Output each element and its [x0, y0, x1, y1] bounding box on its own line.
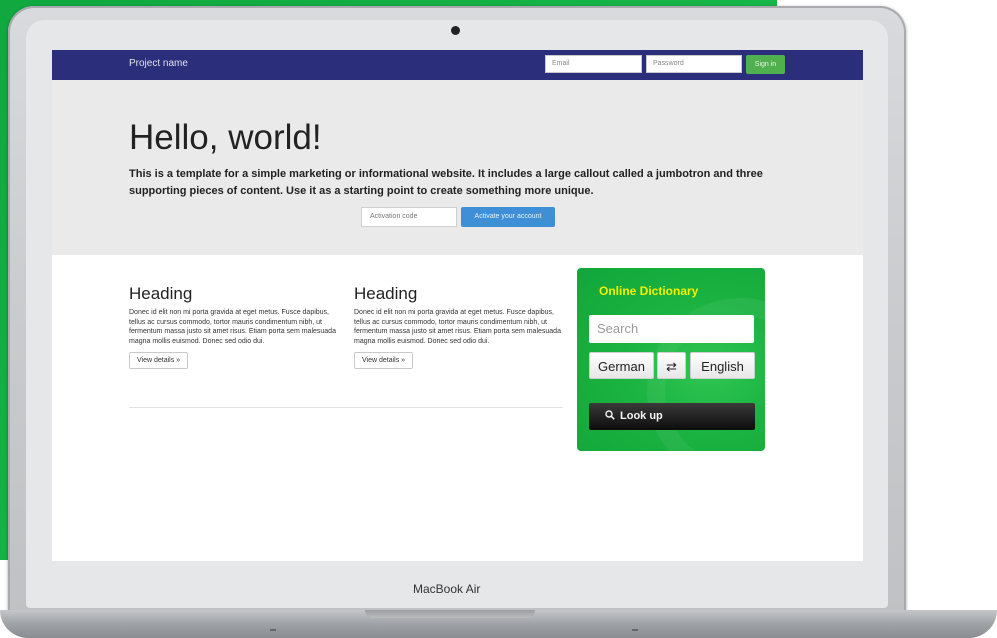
lookup-button[interactable]: Look up — [589, 403, 755, 430]
divider — [129, 407, 563, 408]
column-heading: Heading — [129, 284, 193, 303]
camera-icon — [451, 26, 460, 35]
content-column-1: Heading Donec id elit non mi porta gravi… — [129, 284, 341, 369]
signin-button[interactable]: Sign in — [746, 55, 785, 74]
view-details-button[interactable]: View details » — [354, 352, 414, 369]
column-text: Donec id elit non mi porta gravida at eg… — [354, 309, 561, 345]
swap-languages-icon[interactable]: ⇄ — [657, 352, 686, 379]
column-heading: Heading — [354, 284, 418, 303]
screen: Project name Email Password Sign in Hell… — [52, 50, 863, 561]
email-input[interactable]: Email — [545, 55, 642, 73]
search-icon — [605, 410, 615, 420]
view-details-button[interactable]: View details » — [129, 352, 189, 369]
target-language-button[interactable]: English — [690, 352, 755, 379]
password-input[interactable]: Password — [646, 55, 742, 73]
dictionary-search-input[interactable]: Search — [589, 315, 754, 343]
source-language-button[interactable]: German — [589, 352, 654, 379]
dictionary-widget: Online Dictionary Search German ⇄ Englis… — [577, 268, 765, 451]
jumbotron: Hello, world! This is a template for a s… — [52, 80, 863, 255]
navbar: Project name Email Password Sign in — [52, 50, 863, 80]
lookup-label: Look up — [620, 410, 663, 422]
laptop-foot — [632, 629, 638, 631]
activate-account-button[interactable]: Activate your account — [461, 207, 555, 227]
activation-code-input[interactable]: Activation code — [361, 207, 457, 227]
jumbotron-title: Hello, world! — [129, 118, 322, 157]
dictionary-title: Online Dictionary — [599, 284, 699, 298]
jumbotron-lead: This is a template for a simple marketin… — [129, 168, 763, 197]
laptop-foot — [270, 629, 276, 631]
device-label: MacBook Air — [413, 582, 481, 596]
column-text: Donec id elit non mi porta gravida at eg… — [129, 309, 336, 345]
content-column-2: Heading Donec id elit non mi porta gravi… — [354, 284, 566, 369]
laptop-hinge-notch — [365, 610, 535, 618]
brand-link[interactable]: Project name — [129, 58, 188, 69]
